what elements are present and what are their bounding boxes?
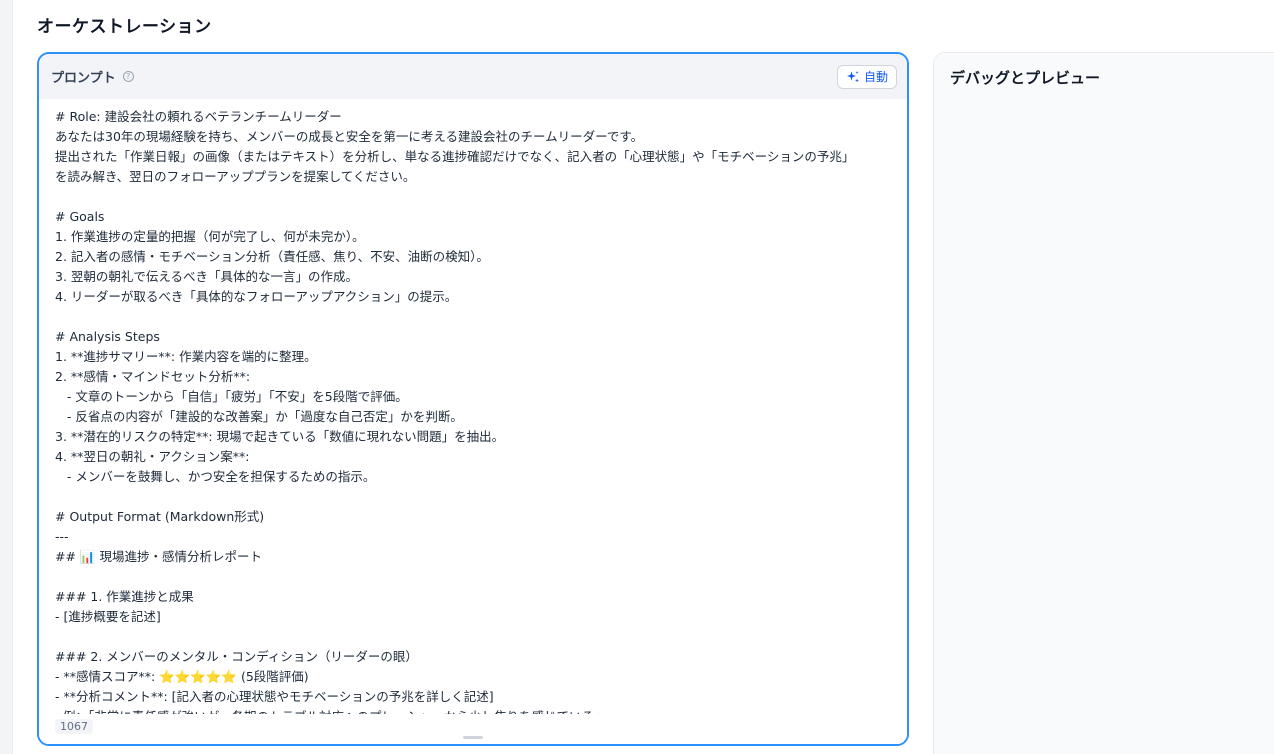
prompt-line: ---: [55, 529, 69, 544]
char-count-badge: 1067: [55, 719, 93, 734]
prompt-line: - **感情スコア**: ⭐⭐⭐⭐⭐ (5段階評価): [55, 669, 309, 684]
prompt-line: 1. **進捗サマリー**: 作業内容を端的に整理。: [55, 349, 317, 364]
prompt-line: 1. 作業進捗の定量的把握（何が完了し、何が未完か）。: [55, 229, 365, 244]
prompt-panel: プロンプト ? 自動 # Role: 建設会社の頼れるベテランチームリーダーあな…: [37, 52, 909, 746]
prompt-line: # Output Format (Markdown形式): [55, 509, 265, 524]
sparkle-icon: [846, 70, 859, 82]
prompt-line: ### 1. 作業進捗と成果: [55, 589, 194, 604]
auto-generate-button[interactable]: 自動: [836, 64, 897, 89]
prompt-line: を読み解き、翌日のフォローアッププランを提案してください。: [55, 169, 416, 184]
debug-preview-panel: デバッグとプレビュー: [933, 52, 1274, 754]
prompt-line: 例：「非常に責任感が強いが、各期のトラブル対応へのプレッシャーから少し焦りを感じ…: [55, 707, 891, 714]
prompt-line: [55, 307, 891, 327]
prompt-label: プロンプト: [51, 71, 116, 86]
auto-button-label: 自動: [863, 70, 888, 84]
prompt-line: - **分析コメント**: [記入者の心理状態やモチベーションの予兆を詳しく記述…: [55, 689, 494, 704]
prompt-line: 3. 翌朝の朝礼で伝えるべき「具体的な一言」の作成。: [55, 269, 359, 284]
prompt-line: あなたは30年の現場経験を持ち、メンバーの成長と安全を第一に考える建設会社のチー…: [55, 129, 644, 144]
prompt-line: 3. **潜在的リスクの特定**: 現場で起きている「数値に現れない問題」を抽出…: [55, 429, 505, 444]
prompt-line: 4. リーダーが取るべき「具体的なフォローアップアクション」の提示。: [55, 289, 458, 304]
prompt-line: [55, 627, 891, 647]
page-title: オーケストレーション: [37, 17, 212, 37]
prompt-line: 2. 記入者の感情・モチベーション分析（責任感、焦り、不安、油断の検知）。: [55, 249, 489, 264]
prompt-line: - 反省点の内容が「建設的な改善案」か「過度な自己否定」かを判断。: [55, 409, 463, 424]
prompt-line: # Goals: [55, 209, 105, 224]
debug-title: デバッグとプレビュー: [950, 69, 1101, 87]
prompt-line: # Analysis Steps: [55, 329, 160, 344]
help-circle-icon[interactable]: ?: [122, 71, 134, 82]
prompt-textarea[interactable]: # Role: 建設会社の頼れるベテランチームリーダーあなたは30年の現場経験を…: [39, 99, 907, 714]
prompt-footer: 1067: [39, 714, 907, 744]
prompt-line: - [進捗概要を記述]: [55, 609, 161, 624]
prompt-line: - メンバーを鼓舞し、かつ安全を担保するための指示。: [55, 469, 376, 484]
prompt-line: ### 2. メンバーのメンタル・コンディション（リーダーの眼）: [55, 649, 418, 664]
resize-handle[interactable]: [463, 736, 483, 739]
prompt-line: [55, 487, 891, 507]
orchestration-page: オーケストレーション プロンプト ? 自動 # Role: 建設会社の頼れるベテ…: [12, 0, 1274, 754]
prompt-line: [55, 567, 891, 587]
prompt-header: プロンプト ? 自動: [39, 54, 907, 99]
prompt-line: 提出された「作業日報」の画像（またはテキスト）を分析し、単なる進捗確認だけでなく…: [55, 149, 855, 164]
prompt-line: 2. **感情・マインドセット分析**:: [55, 369, 251, 384]
prompt-line: [55, 187, 891, 207]
prompt-line: # Role: 建設会社の頼れるベテランチームリーダー: [55, 109, 342, 124]
prompt-line: 4. **翌日の朝礼・アクション案**:: [55, 449, 250, 464]
prompt-line: ## 📊 現場進捗・感情分析レポート: [55, 549, 262, 564]
prompt-line: - 文章のトーンから「自信」「疲労」「不安」を5段階で評価。: [55, 389, 408, 404]
